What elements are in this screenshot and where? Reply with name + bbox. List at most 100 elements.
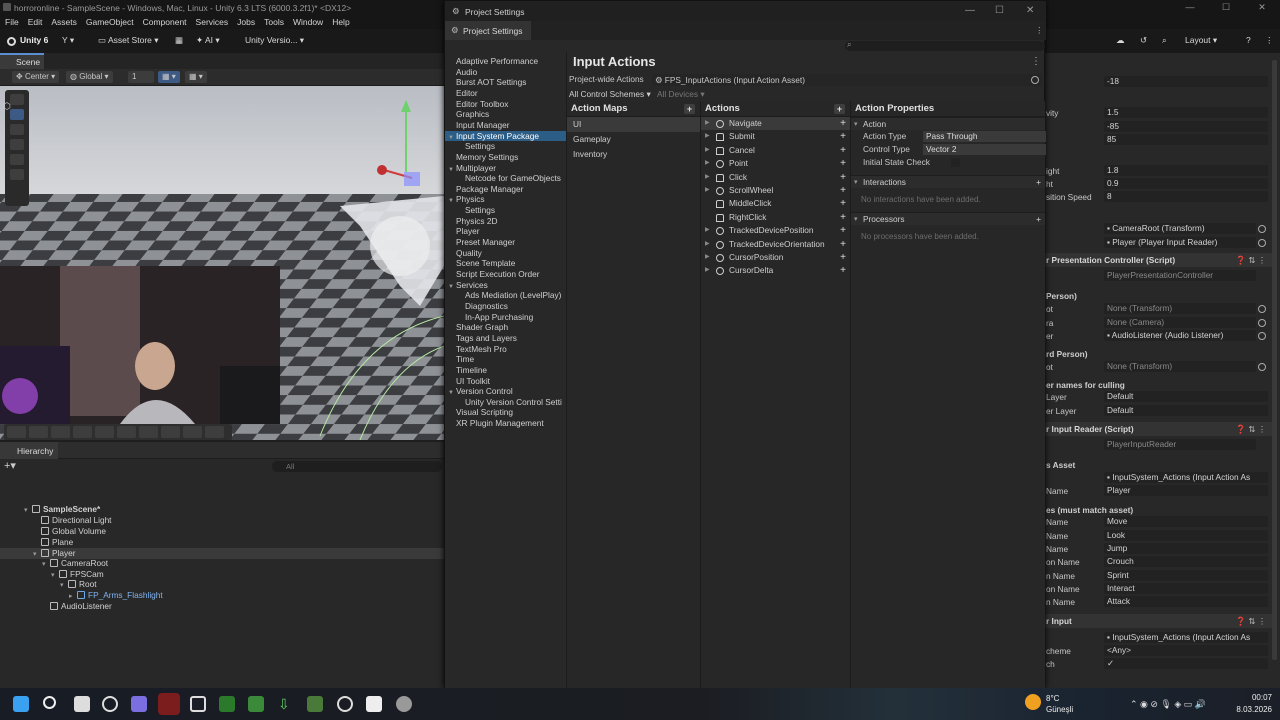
expand-arrow-icon[interactable]: ▼ (448, 284, 454, 290)
action-map-item[interactable]: Inventory (567, 147, 700, 162)
inspector-field-value[interactable]: Look (1104, 530, 1268, 541)
search-icon[interactable] (43, 696, 56, 709)
orientation-icon[interactable]: ⬡ (3, 101, 17, 111)
menu-jobs[interactable]: Jobs (237, 15, 255, 29)
add-binding-icon[interactable]: + (840, 184, 846, 197)
settings-nav-item[interactable]: ▼ Multiplayer (445, 163, 566, 174)
settings-nav-item[interactable]: Timeline (445, 365, 566, 376)
object-picker-icon[interactable] (1258, 225, 1266, 233)
task-view-icon[interactable] (74, 696, 90, 712)
download-icon[interactable]: ⇩ (278, 696, 294, 712)
inspector-field-value[interactable]: Default (1104, 405, 1268, 416)
package-icon[interactable]: ▦ (175, 35, 183, 46)
component-header[interactable]: r Input Reader (Script) ❓ ⇅ ⋮ (1044, 422, 1274, 436)
version-control-button[interactable]: Unity Versio... ▾ (245, 35, 304, 46)
menu-window[interactable]: Window (293, 15, 323, 29)
object-picker-icon[interactable] (1258, 305, 1266, 313)
minimize-button[interactable]: — (1172, 0, 1208, 15)
close-icon[interactable]: ✕ (1026, 5, 1034, 16)
interactions-section[interactable]: Interactions + (851, 175, 1045, 189)
inspector-field-value[interactable]: 8 (1104, 191, 1268, 202)
settings-nav-item[interactable]: Tags and Layers (445, 333, 566, 344)
inspector-field-value[interactable]: ▪ AudioListener (Audio Listener) (1104, 330, 1256, 341)
add-binding-icon[interactable]: + (840, 171, 846, 184)
inspector-field-value[interactable]: 1.8 (1104, 165, 1268, 176)
project-wide-actions-field[interactable]: ⚙ FPS_InputActions (Input Action Asset) (652, 74, 1042, 86)
add-binding-icon[interactable]: + (840, 251, 846, 264)
menu-tools[interactable]: Tools (264, 15, 284, 29)
start-icon[interactable] (13, 696, 29, 712)
menu-assets[interactable]: Assets (51, 15, 77, 29)
inspector-scrollbar[interactable] (1272, 60, 1277, 660)
menu-services[interactable]: Services (196, 15, 229, 29)
tool-icon-3[interactable] (51, 426, 70, 438)
settings-nav-item[interactable]: Memory Settings (445, 152, 566, 163)
expand-arrow-icon[interactable]: ▼ (448, 167, 454, 173)
grid-icon[interactable]: ▦ ▾ (158, 71, 180, 83)
settings-nav-item[interactable]: ▼ Services (445, 280, 566, 291)
app-icon-green[interactable] (248, 696, 264, 712)
settings-nav-item[interactable]: Player (445, 226, 566, 237)
tool-icon-6[interactable] (117, 426, 136, 438)
settings-nav-item[interactable]: TextMesh Pro (445, 344, 566, 355)
transform-tool-icon[interactable] (10, 169, 24, 180)
component-header[interactable]: r Input ❓ ⇅ ⋮ (1044, 614, 1274, 628)
action-map-item[interactable]: UI (567, 117, 700, 132)
action-item[interactable]: ▶ Navigate + (701, 117, 850, 131)
add-processor-button[interactable]: + (1036, 213, 1041, 226)
help-icon[interactable]: ? (1246, 35, 1251, 45)
action-item[interactable]: ▶ Submit + (701, 130, 850, 143)
hierarchy-item[interactable]: Directional Light (0, 515, 444, 526)
inspector-field-value[interactable]: <Any> (1104, 645, 1268, 656)
settings-nav-item[interactable]: Shader Graph (445, 322, 566, 333)
minimize-icon[interactable]: — (965, 5, 975, 16)
tab-hierarchy[interactable]: Hierarchy (0, 442, 58, 459)
add-binding-icon[interactable]: + (840, 238, 846, 251)
object-picker-icon[interactable] (1031, 76, 1039, 84)
expand-arrow-icon[interactable]: ▼ (448, 198, 454, 204)
inspector-field-value[interactable]: ▪ InputSystem_Actions (Input Action As (1104, 472, 1268, 483)
rect-tool-icon[interactable] (10, 154, 24, 165)
add-action-map-button[interactable]: + (684, 104, 695, 114)
unity-hub-icon[interactable] (190, 696, 206, 712)
inspector-field-value[interactable]: Player (1104, 485, 1268, 496)
inspector-field-value[interactable]: ▪ Player (Player Input Reader) (1104, 237, 1256, 248)
action-item[interactable]: ▶ CursorPosition + (701, 251, 850, 264)
add-binding-icon[interactable]: + (840, 144, 846, 157)
settings-nav-item[interactable]: Settings (445, 141, 566, 152)
scale-tool-icon[interactable] (10, 139, 24, 150)
hierarchy-item[interactable]: ▾ Player (0, 548, 444, 559)
inspector-field-value[interactable]: ✓ (1104, 658, 1268, 669)
inspector-field-value[interactable]: Attack (1104, 596, 1268, 607)
inspector-field-value[interactable]: ▪ InputSystem_Actions (Input Action As (1104, 632, 1268, 643)
menu-file[interactable]: File (5, 15, 19, 29)
close-button[interactable]: ✕ (1244, 0, 1280, 15)
control-schemes-dropdown[interactable]: All Control Schemes ▾ (569, 89, 651, 99)
component-menu-icon[interactable]: ❓ ⇅ ⋮ (1236, 614, 1266, 628)
menu-help[interactable]: Help (332, 15, 349, 29)
add-interaction-button[interactable]: + (1036, 176, 1041, 189)
hierarchy-item[interactable]: Plane (0, 537, 444, 548)
object-picker-icon[interactable] (1258, 319, 1266, 327)
tab-scene[interactable]: Scene (0, 53, 44, 69)
action-item[interactable]: ▶ TrackedDeviceOrientation + (701, 238, 850, 251)
maximize-button[interactable]: ☐ (1208, 0, 1244, 15)
settings-nav-item[interactable]: Preset Manager (445, 237, 566, 248)
settings-nav-item[interactable]: Unity Version Control Setti (445, 397, 566, 408)
settings-nav-item[interactable]: Package Manager (445, 184, 566, 195)
action-section[interactable]: Action (851, 117, 1045, 131)
settings-nav-item[interactable]: Burst AOT Settings (445, 77, 566, 88)
settings-nav-item[interactable]: UI Toolkit (445, 376, 566, 387)
asset-store-button[interactable]: ▭ Asset Store ▾ (98, 35, 159, 46)
action-item[interactable]: ▶ TrackedDevicePosition + (701, 224, 850, 237)
pivot-dropdown[interactable]: ✥ Center ▾ (12, 71, 60, 83)
nvidia-icon[interactable] (219, 696, 235, 712)
clock[interactable]: 00:07 8.03.2026 (1236, 692, 1272, 716)
initial-state-checkbox[interactable] (951, 158, 960, 167)
tool-icon-7[interactable] (139, 426, 158, 438)
menu-component[interactable]: Component (143, 15, 187, 29)
tab-menu-icon[interactable]: ⋮ (1035, 25, 1044, 36)
settings-nav-item[interactable]: ▼ Version Control (445, 386, 566, 397)
expand-arrow-icon[interactable]: ▼ (448, 135, 454, 141)
hierarchy-item[interactable]: ▾ FPSCam (0, 569, 444, 580)
